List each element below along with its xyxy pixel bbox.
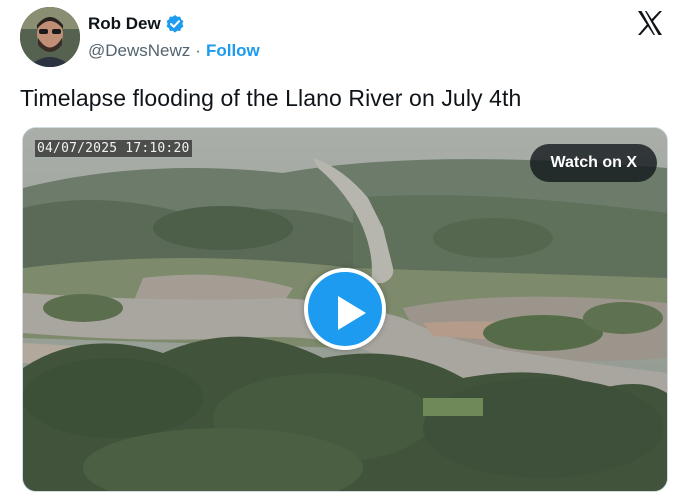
video-timestamp: 04/07/2025 17:10:20 xyxy=(35,140,192,157)
author-name-row: Rob Dew xyxy=(88,14,185,34)
play-icon xyxy=(338,296,366,330)
x-logo-icon[interactable] xyxy=(636,9,664,37)
author-name[interactable]: Rob Dew xyxy=(88,14,161,34)
tweet-header: Rob Dew @DewsNewz · Follow xyxy=(20,7,668,69)
author-handle-row: @DewsNewz · Follow xyxy=(88,41,260,61)
video-player[interactable]: 04/07/2025 17:10:20 Watch on X xyxy=(22,127,668,492)
play-button[interactable] xyxy=(304,268,386,350)
follow-button[interactable]: Follow xyxy=(206,41,260,61)
watch-on-x-button[interactable]: Watch on X xyxy=(530,144,657,182)
separator-dot: · xyxy=(195,41,201,60)
author-handle[interactable]: @DewsNewz xyxy=(88,41,190,61)
tweet-text: Timelapse flooding of the Llano River on… xyxy=(20,85,522,111)
avatar[interactable] xyxy=(20,7,80,67)
verified-badge-icon xyxy=(165,14,185,34)
